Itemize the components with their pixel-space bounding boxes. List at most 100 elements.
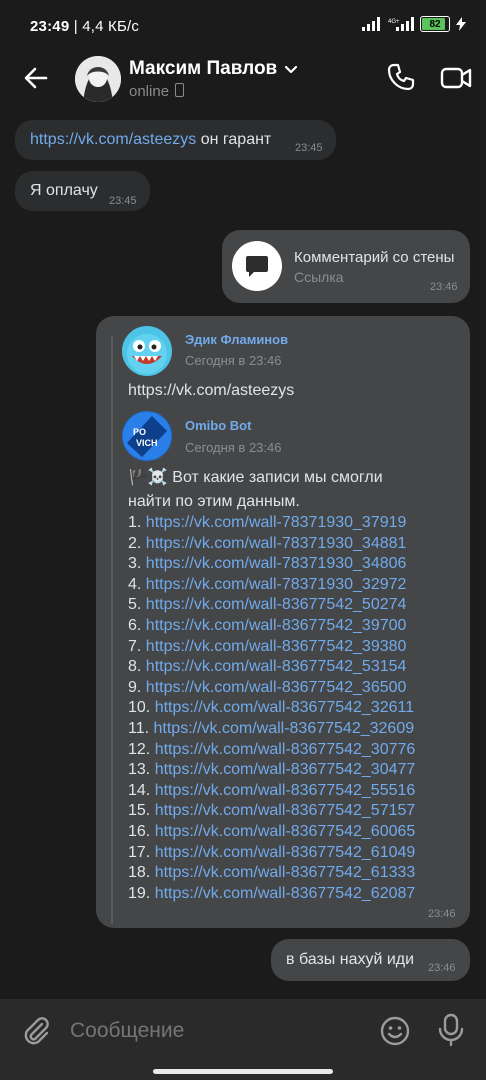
link-list-item[interactable]: 5. https://vk.com/wall-83677542_50274	[128, 595, 406, 616]
wall-link[interactable]: https://vk.com/wall-83677542_61049	[155, 844, 416, 861]
link-number: 14.	[128, 781, 155, 799]
link-number: 8.	[128, 658, 146, 676]
wall-link[interactable]: https://vk.com/wall-83677542_55516	[155, 782, 416, 799]
paperclip-icon[interactable]	[20, 1015, 52, 1047]
link-number: 15.	[128, 802, 155, 820]
forward-author-name[interactable]: Omibo Bot	[185, 418, 251, 433]
status-time: 23:49 | 4,4 КБ/с	[30, 18, 140, 35]
wall-link[interactable]: https://vk.com/wall-83677542_39380	[146, 638, 407, 655]
link-number: 18.	[128, 864, 155, 882]
comment-icon-circle	[232, 241, 282, 291]
link-list-item[interactable]: 3. https://vk.com/wall-78371930_34806	[128, 554, 406, 575]
wall-link[interactable]: https://vk.com/wall-83677542_30776	[155, 741, 416, 758]
message-input[interactable]	[70, 1019, 360, 1043]
link-list-item[interactable]: 7. https://vk.com/wall-83677542_39380	[128, 637, 406, 658]
back-arrow-icon[interactable]	[20, 62, 52, 94]
message-outgoing[interactable]: в базы нахуй иди 23:46	[271, 939, 470, 981]
link-list-item[interactable]: 19. https://vk.com/wall-83677542_62087	[128, 884, 415, 905]
forward-date: Сегодня в 23:46	[185, 353, 282, 368]
signal-4g-icon: 4G+	[388, 17, 414, 31]
link-number: 1.	[128, 514, 146, 531]
link-list-item[interactable]: 9. https://vk.com/wall-83677542_36500	[128, 678, 406, 699]
link-number: 11.	[128, 720, 154, 737]
svg-text:PO: PO	[133, 427, 146, 437]
wall-link[interactable]: https://vk.com/wall-83677542_32609	[154, 720, 415, 737]
contact-name[interactable]: Максим Павлов	[129, 58, 277, 80]
wall-link[interactable]: https://vk.com/wall-83677542_36500	[146, 679, 407, 696]
link-number: 2.	[128, 534, 146, 552]
link-number: 7.	[128, 637, 146, 655]
forward-avatar-omibo[interactable]: PO VICH	[122, 411, 172, 461]
svg-text:VICH: VICH	[136, 438, 158, 448]
message-incoming[interactable]: https://vk.com/asteezys он гарант 23:45	[15, 120, 336, 160]
signal-icon	[362, 17, 380, 31]
link-list-item[interactable]: 4. https://vk.com/wall-78371930_32972	[128, 575, 406, 596]
forward-date: Сегодня в 23:46	[185, 440, 282, 455]
wall-link[interactable]: https://vk.com/wall-83677542_61333	[155, 864, 416, 881]
contact-avatar[interactable]	[75, 56, 121, 102]
link-list-item[interactable]: 13. https://vk.com/wall-83677542_30477	[128, 760, 415, 781]
chat-header: Максим Павлов online	[0, 52, 486, 110]
battery-icon: 82	[420, 16, 450, 32]
link-list-item[interactable]: 12. https://vk.com/wall-83677542_30776	[128, 740, 415, 761]
message-link[interactable]: https://vk.com/asteezys	[30, 131, 196, 148]
link-number: 17.	[128, 843, 155, 861]
charging-icon	[456, 17, 466, 31]
link-list-item[interactable]: 8. https://vk.com/wall-83677542_53154	[128, 657, 406, 678]
wall-link[interactable]: https://vk.com/wall-83677542_60065	[155, 823, 416, 840]
link-list-item[interactable]: 1. https://vk.com/wall-78371930_37919	[128, 513, 406, 534]
link-list-item[interactable]: 16. https://vk.com/wall-83677542_60065	[128, 822, 415, 843]
smile-icon[interactable]	[379, 1015, 411, 1047]
attachment-title: Комментарий со стены	[294, 249, 455, 266]
link-list-item[interactable]: 17. https://vk.com/wall-83677542_61049	[128, 843, 415, 864]
home-indicator[interactable]	[153, 1069, 333, 1074]
forward-author-name[interactable]: Эдик Фламинов	[185, 332, 288, 347]
status-bar: 23:49 | 4,4 КБ/с 4G+ 82	[0, 0, 486, 52]
microphone-icon[interactable]	[436, 1013, 466, 1047]
forward-line	[111, 336, 113, 924]
link-list-item[interactable]: 2. https://vk.com/wall-78371930_34881	[128, 534, 406, 555]
forward-text: найти по этим данным.	[128, 493, 300, 510]
wall-link[interactable]: https://vk.com/wall-83677542_30477	[155, 761, 416, 778]
status-right: 4G+ 82	[362, 16, 466, 32]
link-list-item[interactable]: 18. https://vk.com/wall-83677542_61333	[128, 863, 415, 884]
link-list-item[interactable]: 11. https://vk.com/wall-83677542_32609	[128, 719, 414, 740]
wall-link[interactable]: https://vk.com/wall-83677542_62087	[155, 885, 416, 902]
forward-avatar-edik[interactable]	[122, 326, 172, 376]
link-list-item[interactable]: 6. https://vk.com/wall-83677542_39700	[128, 616, 406, 637]
link-number: 3.	[128, 555, 146, 573]
wall-link[interactable]: https://vk.com/wall-83677542_50274	[146, 596, 407, 613]
link-number: 19.	[128, 884, 155, 902]
link-list-item[interactable]: 15. https://vk.com/wall-83677542_57157	[128, 801, 415, 822]
comment-icon	[246, 256, 268, 277]
phone-icon[interactable]	[386, 62, 416, 92]
wall-link[interactable]: https://vk.com/wall-83677542_53154	[146, 658, 407, 675]
message-time: 23:45	[295, 142, 323, 154]
forward-text: 🏴☠️ Вот какие записи мы смогли	[128, 469, 383, 486]
mobile-icon	[175, 83, 185, 97]
message-text: он гарант	[196, 131, 272, 148]
attachment-subtitle: Ссылка	[294, 269, 344, 285]
link-number: 13.	[128, 761, 155, 779]
wall-link[interactable]: https://vk.com/wall-83677542_39700	[146, 617, 407, 634]
wall-link[interactable]: https://vk.com/wall-83677542_57157	[155, 802, 416, 819]
forward-link[interactable]: https://vk.com/asteezys	[128, 381, 294, 402]
message-time: 23:46	[430, 281, 458, 293]
wall-link[interactable]: https://vk.com/wall-78371930_37919	[146, 514, 407, 531]
link-list-item[interactable]: 14. https://vk.com/wall-83677542_55516	[128, 781, 415, 802]
forwarded-message[interactable]: Эдик Фламинов Сегодня в 23:46 https://vk…	[96, 316, 470, 928]
wall-link[interactable]: https://vk.com/wall-78371930_34806	[146, 555, 407, 572]
message-composer	[0, 999, 486, 1080]
wall-link[interactable]: https://vk.com/wall-78371930_34881	[146, 535, 407, 552]
wall-link[interactable]: https://vk.com/wall-83677542_32611	[155, 699, 414, 716]
link-list-item[interactable]: 10. https://vk.com/wall-83677542_32611	[128, 698, 414, 719]
link-number: 10.	[128, 699, 155, 717]
wall-comment-attachment[interactable]: Комментарий со стены Ссылка 23:46	[222, 230, 470, 303]
message-text: в базы нахуй иди	[286, 951, 415, 968]
message-incoming[interactable]: Я оплачу 23:45	[15, 171, 150, 211]
chevron-down-icon[interactable]	[283, 61, 299, 77]
link-number: 9.	[128, 678, 146, 696]
message-time: 23:46	[428, 962, 456, 974]
wall-link[interactable]: https://vk.com/wall-78371930_32972	[146, 576, 407, 593]
video-camera-icon[interactable]	[440, 64, 472, 92]
